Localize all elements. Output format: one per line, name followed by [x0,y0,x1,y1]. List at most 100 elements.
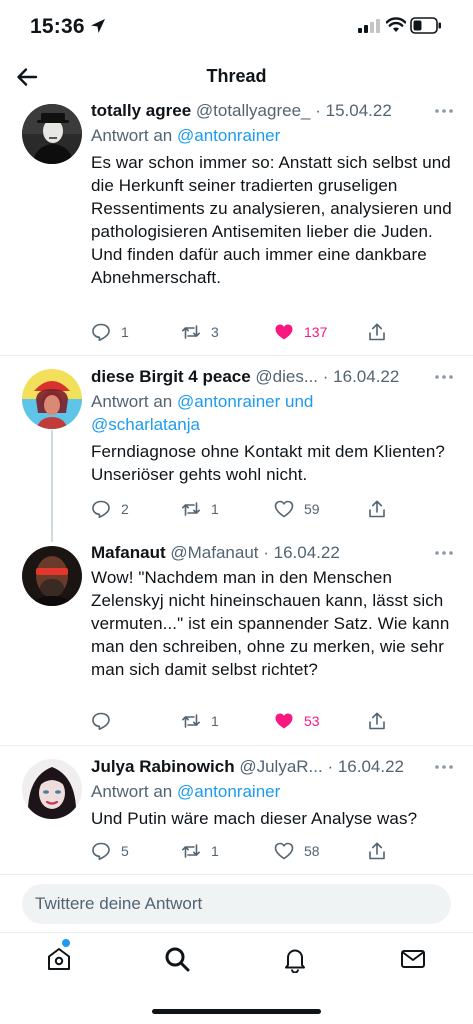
like-count: 58 [304,843,320,859]
display-name[interactable]: Mafanaut [91,543,166,562]
handle[interactable]: @Mafanaut [170,543,258,562]
heart-filled-icon [275,324,293,340]
retweet-icon [182,844,200,858]
retweet-button[interactable]: 3 [181,320,219,344]
avatar-image [22,546,82,606]
retweet-count: 1 [211,843,219,859]
retweet-count: 1 [211,713,219,729]
retweet-count: 3 [211,324,219,340]
tweet-date: · 16.04.22 [322,367,400,386]
display-name[interactable]: totally agree [91,101,191,120]
like-button[interactable]: 59 [274,497,320,521]
retweet-icon [182,325,200,339]
tweet[interactable]: totally agree @totallyagree_ · 15.04.22 … [0,100,473,355]
tweet[interactable]: Mafanaut @Mafanaut · 16.04.22 Wow! "Nach… [0,542,473,745]
share-button[interactable] [367,839,397,863]
like-count: 59 [304,501,320,517]
home-icon[interactable] [45,945,73,973]
tweet-text: Wow! "Nachdem man in den Menschen Zelens… [91,568,450,679]
reply-button[interactable]: 5 [91,839,129,863]
like-button[interactable]: 137 [274,320,327,344]
handle[interactable]: @totallyagree_ [196,101,311,120]
messages-icon[interactable] [399,945,427,973]
reply-icon [92,500,110,518]
share-button[interactable] [367,497,397,521]
reply-icon [92,842,110,860]
reply-icon [92,712,110,730]
retweet-button[interactable]: 1 [181,709,219,733]
avatar[interactable] [22,104,82,164]
replying-to-label: Antwort an [91,126,173,145]
share-button[interactable] [367,709,397,733]
avatar[interactable] [22,546,82,606]
retweet-button[interactable]: 1 [181,839,219,863]
tweet-actions: 2 1 59 [91,497,391,521]
search-icon[interactable] [163,945,191,973]
status-bar: 15:36 [0,0,473,54]
divider [0,355,473,356]
reply-count: 1 [121,324,129,340]
tweet-text: Und Putin wäre mach dieser Analyse was? [91,809,418,828]
divider [0,745,473,746]
tweet-date: · 16.04.22 [263,543,340,562]
notifications-icon[interactable] [281,945,309,973]
tweet-meta: Julya Rabinowich @JulyaR... · 16.04.22 [91,756,455,778]
more-options-icon[interactable] [433,100,455,122]
reply-button[interactable]: 1 [91,320,129,344]
like-button[interactable]: 58 [274,839,320,863]
avatar[interactable] [22,759,82,819]
heart-filled-icon [275,713,293,729]
handle[interactable]: @JulyaR... [239,757,322,776]
tweet[interactable]: Julya Rabinowich @JulyaR... · 16.04.22 A… [0,756,473,874]
more-options-icon[interactable] [433,366,455,388]
reply-button[interactable]: 2 [91,497,129,521]
tweet[interactable]: diese Birgit 4 peace @dies... · 16.04.22… [0,366,473,536]
mention-link[interactable]: @antonrainer [177,126,280,145]
avatar[interactable] [22,369,82,429]
share-button[interactable] [367,320,397,344]
reply-count: 2 [121,501,129,517]
divider [0,874,473,875]
reply-input[interactable]: Twittere deine Antwort [22,884,451,924]
like-button[interactable]: 53 [274,709,320,733]
share-icon [369,712,385,730]
tweet-meta: diese Birgit 4 peace @dies... · 16.04.22 [91,366,455,388]
status-time: 15:36 [30,15,85,38]
display-name[interactable]: diese Birgit 4 peace [91,367,251,386]
replying-to-label: Antwort an [91,782,173,801]
more-options-icon[interactable] [433,756,455,778]
retweet-icon [182,714,200,728]
share-icon [369,500,385,518]
handle[interactable]: @dies... [255,367,318,386]
avatar-image [22,104,82,164]
retweet-button[interactable]: 1 [181,497,219,521]
page-title: Thread [206,66,267,86]
tweet-actions: 1 3 137 [91,320,391,344]
avatar-image [22,759,82,819]
mention-link[interactable]: @antonrainer [177,782,280,801]
reply-button[interactable] [91,709,121,733]
mention-link[interactable]: @antonrainer und [177,392,313,411]
more-options-icon[interactable] [433,542,455,564]
home-indicator [152,1009,321,1014]
tweet-date: · 15.04.22 [315,101,392,120]
thread-header: Thread [0,54,473,100]
reply-count: 5 [121,843,129,859]
heart-outline-icon [274,842,294,860]
replying-to-label: Antwort an [91,392,173,411]
like-count: 137 [304,324,328,340]
tweet-date: · 16.04.22 [327,757,405,776]
share-icon [369,323,385,341]
cellular-signal-icon [358,19,380,33]
tweet-text: Ferndiagnose ohne Kontakt mit dem Klient… [91,442,445,484]
retweet-icon [182,502,200,516]
display-name[interactable]: Julya Rabinowich [91,757,235,776]
replying-to: Antwort an @antonrainer [91,780,455,803]
like-count: 53 [304,713,320,729]
tweet-meta: Mafanaut @Mafanaut · 16.04.22 [91,542,455,564]
replying-to: Antwort an @antonrainer und @scharlatanj… [91,390,455,436]
tweet-meta: totally agree @totallyagree_ · 15.04.22 [91,100,455,122]
share-icon [369,842,385,860]
mention-link[interactable]: @scharlatanja [91,415,200,434]
tweet-actions: 5 1 58 [91,839,391,863]
